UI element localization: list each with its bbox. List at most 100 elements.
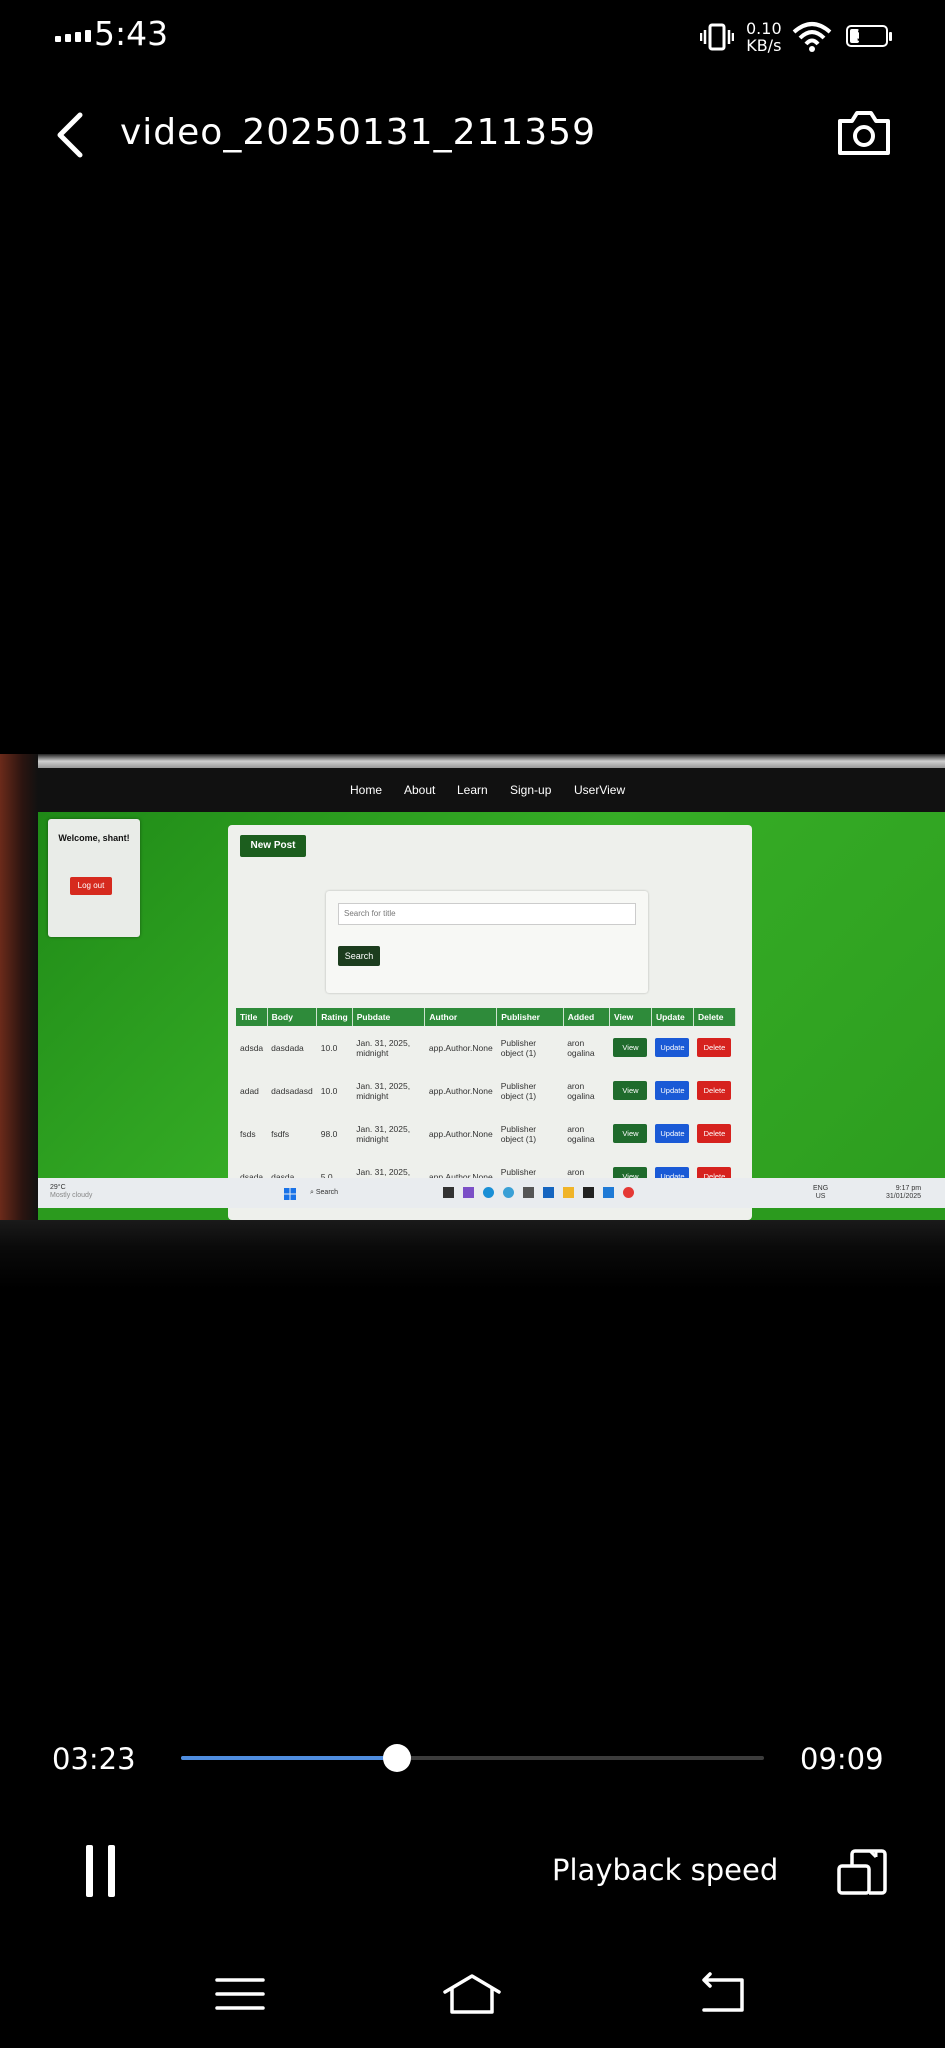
windows-taskbar: 29°C Mostly cloudy ⌕ Search ENG US 9:17 … (38, 1178, 945, 1208)
recent-apps-icon[interactable] (213, 1970, 273, 2018)
welcome-card: Welcome, shant! Log out (48, 819, 140, 937)
cell-delete: Delete (693, 1112, 735, 1155)
cell-pubdate: Jan. 31, 2025, midnight (356, 1123, 411, 1144)
view-button: View (613, 1124, 648, 1143)
status-time: 5:43 (94, 14, 169, 53)
cell-author: app.Author.None (428, 1085, 493, 1096)
cell-rating: 98.0 (320, 1128, 338, 1139)
nav-home: Home (350, 783, 383, 797)
vibrate-icon (700, 23, 734, 51)
home-icon[interactable] (442, 1970, 502, 2018)
posts-table: Title Body Rating Pubdate Author Publish… (236, 1008, 737, 1198)
table-header-row: Title Body Rating Pubdate Author Publish… (236, 1008, 737, 1026)
search-button: Search (338, 946, 380, 966)
current-time: 03:23 (52, 1742, 136, 1776)
cell-author: app.Author.None (428, 1128, 493, 1139)
nav-learn: Learn (457, 783, 488, 797)
header-body: Body (267, 1008, 318, 1026)
cell-author: app.Author.None (428, 1042, 493, 1053)
header-publisher: Publisher (496, 1008, 564, 1026)
header-pubdate: Pubdate (352, 1008, 426, 1026)
cell-delete: Delete (693, 1026, 735, 1069)
language-indicator: ENG US (813, 1185, 829, 1200)
cell-body: dadsadasd (271, 1085, 313, 1096)
cell-body: dasdada (271, 1042, 304, 1053)
table-row: adsda dasdada 10.0 Jan. 31, 2025, midnight a… (236, 1026, 736, 1069)
cell-added: aron ogalina (567, 1037, 595, 1058)
welcome-text: Welcome, shant! (58, 833, 130, 843)
nav-userview: UserView (574, 783, 626, 797)
back-arrow-icon[interactable] (50, 110, 90, 160)
rotate-screen-icon[interactable] (836, 1848, 888, 1896)
battery-icon: 35 (846, 25, 888, 47)
header-delete: Delete (693, 1008, 737, 1026)
update-button: Update (655, 1038, 690, 1057)
cell-view: View (609, 1112, 651, 1155)
posts-panel: New Post Search for title Search Title B… (228, 825, 752, 1220)
windows-start-icon (284, 1188, 296, 1200)
seek-thumb[interactable] (382, 1744, 411, 1772)
cell-view: View (609, 1069, 651, 1112)
vscode-icon (603, 1187, 614, 1198)
battery-level: 35 (856, 27, 878, 45)
logout-button: Log out (70, 877, 112, 895)
app-icon (583, 1187, 594, 1198)
cell-view: View (609, 1026, 651, 1069)
seek-bar[interactable] (181, 1744, 764, 1772)
chrome-icon (623, 1187, 634, 1198)
cell-body: fsdfs (271, 1128, 290, 1139)
cell-update: Update (651, 1112, 693, 1155)
monitor-bottom-bezel (0, 1220, 945, 1289)
screenshot-camera-icon[interactable] (836, 107, 892, 157)
delete-button: Delete (697, 1081, 732, 1100)
delete-button: Delete (697, 1038, 732, 1057)
cell-rating: 10.0 (320, 1042, 338, 1053)
back-icon[interactable] (692, 1970, 752, 2018)
header-update: Update (651, 1008, 694, 1026)
header-rating: Rating (316, 1008, 353, 1026)
recorded-screen: Home About Learn Sign-up UserView Welcom… (38, 768, 945, 1220)
signal-strength-icon (55, 30, 91, 42)
folder-icon (563, 1187, 574, 1198)
header-view: View (609, 1008, 652, 1026)
weather-widget: 29°C Mostly cloudy (50, 1184, 93, 1199)
pause-button[interactable] (80, 1845, 120, 1897)
cell-pubdate: Jan. 31, 2025, midnight (356, 1080, 411, 1101)
search-input: Search for title (338, 903, 636, 925)
cell-publisher: Publisher object (1) (500, 1123, 537, 1144)
app-icon (443, 1187, 454, 1198)
search-card: Search for title Search (326, 891, 648, 993)
view-button: View (613, 1038, 648, 1057)
status-bar: 5:43 0.10 KB/s 35 (0, 0, 945, 76)
cell-rating: 10.0 (320, 1085, 338, 1096)
cell-title: fsds (240, 1128, 256, 1139)
video-title: video_20250131_211359 (120, 112, 596, 153)
new-post-button: New Post (240, 835, 306, 857)
edge-icon (483, 1187, 494, 1198)
taskbar-clock: 9:17 pm 31/01/2025 (886, 1185, 922, 1200)
header-added: Added (563, 1008, 610, 1026)
view-button: View (613, 1081, 648, 1100)
monitor-side (0, 754, 38, 1274)
video-frame[interactable]: Home About Learn Sign-up UserView Welcom… (0, 754, 945, 1289)
app-icon (523, 1187, 534, 1198)
cell-added: aron ogalina (567, 1080, 595, 1101)
total-time: 09:09 (800, 1742, 884, 1776)
cell-update: Update (651, 1026, 693, 1069)
update-button: Update (655, 1124, 690, 1143)
taskbar-search: ⌕ Search (310, 1189, 339, 1196)
table-row: adad dadsadasd 10.0 Jan. 31, 2025, midnight… (236, 1069, 736, 1112)
cell-pubdate: Jan. 31, 2025, midnight (356, 1037, 411, 1058)
network-speed: 0.10 KB/s (746, 19, 782, 55)
cell-delete: Delete (693, 1069, 735, 1112)
nav-signup: Sign-up (510, 783, 552, 797)
cell-title: adsda (240, 1042, 264, 1053)
playback-speed-button[interactable]: Playback speed (552, 1853, 778, 1887)
app-icon (463, 1187, 474, 1198)
site-nav-bar: Home About Learn Sign-up UserView (38, 768, 945, 812)
cell-publisher: Publisher object (1) (500, 1080, 537, 1101)
nav-about: About (404, 783, 436, 797)
cell-added: aron ogalina (567, 1123, 595, 1144)
taskbar-apps (443, 1187, 634, 1198)
app-icon (503, 1187, 514, 1198)
